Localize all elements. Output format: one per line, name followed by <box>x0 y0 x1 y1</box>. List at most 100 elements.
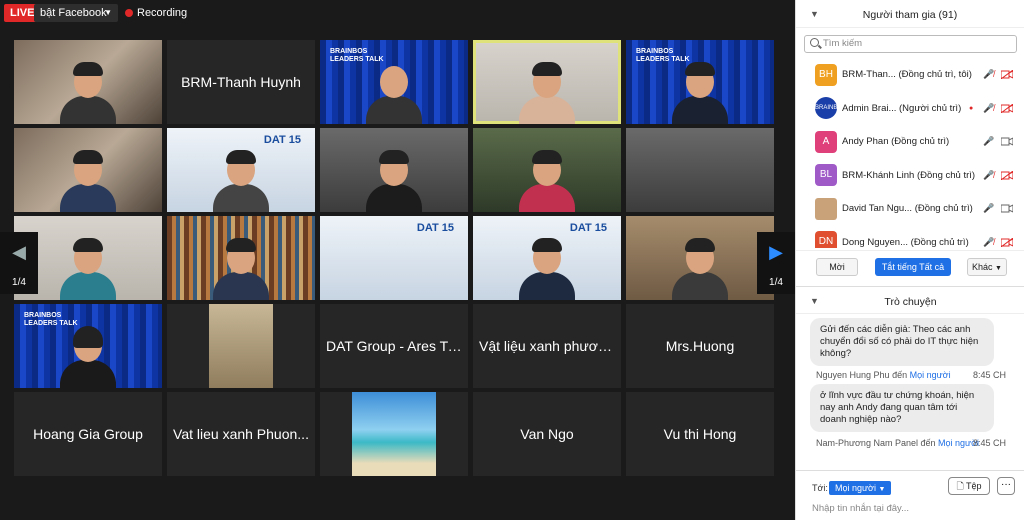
mic-icon: 🎤 <box>983 136 995 147</box>
search-placeholder: Tìm kiếm <box>823 38 863 49</box>
mute-all-button[interactable]: Tắt tiếng Tất cả <box>875 258 951 276</box>
video-tile[interactable]: BRAINBOS LEADERS TALK <box>14 304 162 388</box>
file-button-label: Tệp <box>966 481 982 491</box>
video-tile[interactable] <box>167 216 315 300</box>
prev-page-button[interactable]: ◀ 1/4 <box>0 232 38 294</box>
stream-target-dropdown[interactable]: bật Facebook ▼ <box>34 4 118 22</box>
participant-search-input[interactable]: Tìm kiếm <box>804 35 1017 53</box>
chevron-right-icon: ▶ <box>769 242 783 262</box>
invite-button[interactable]: Mời <box>816 258 858 276</box>
meeting-area: LIVE bật Facebook ▼ Recording BRM-Thanh … <box>0 0 795 520</box>
participant-row-name: Andy Phan (Đồng chủ trì) <box>842 136 950 148</box>
chevron-down-icon: ▼ <box>878 486 886 493</box>
avatar: BL <box>815 164 837 187</box>
recipient-label: Tới: <box>812 483 828 493</box>
participant-row[interactable]: DN Dong Nguyen... (Đồng chủ trì) 🎤̸ <box>796 226 1024 248</box>
chat-message-meta: Nam-Phương Nam Panel đến Mọi người 8:45 … <box>816 438 1016 449</box>
participant-row-name: Admin Brai... (Người chủ trì) <box>842 102 962 114</box>
video-tile[interactable]: DAT 15 <box>167 128 315 212</box>
participant-name: Vu thi Hong <box>663 426 737 442</box>
video-tile[interactable] <box>473 128 621 212</box>
camera-icon <box>1001 137 1013 146</box>
participant-row-name: BRM-Khánh Linh (Đồng chủ trì) <box>842 169 976 181</box>
participant-video <box>519 150 575 212</box>
mic-muted-icon: 🎤̸ <box>983 236 995 247</box>
participant-name: Van Ngo <box>520 426 574 442</box>
message-input[interactable]: Nhập tin nhắn tại đây... <box>812 503 909 514</box>
mic-muted-icon: 🎤̸ <box>983 169 995 180</box>
video-grid: BRM-Thanh Huynh BRAINBOS LEADERS TALK BRA… <box>14 40 778 476</box>
video-tile-active-speaker[interactable] <box>473 40 621 124</box>
participant-video <box>213 238 269 300</box>
participant-row[interactable]: BL BRM-Khánh Linh (Đồng chủ trì) 🎤̸ <box>796 159 1024 193</box>
participant-row[interactable]: BRAINBOS Admin Brai... (Người chủ trì) ●… <box>796 92 1024 126</box>
page-indicator: 1/4 <box>12 277 26 288</box>
participant-row[interactable]: David Tan Ngu... (Đồng chủ trì) 🎤 <box>796 192 1024 226</box>
more-icon[interactable]: ··· <box>997 477 1015 495</box>
recording-label: Recording <box>137 7 188 19</box>
video-tile[interactable]: Van Ngo <box>473 392 621 476</box>
participant-row-name: BRM-Than... (Đồng chủ trì, tôi) <box>842 69 972 81</box>
camera-off-icon <box>1001 103 1013 113</box>
video-tile[interactable] <box>14 128 162 212</box>
video-tile[interactable]: Hoang Gia Group <box>14 392 162 476</box>
video-tile[interactable]: Vu thi Hong <box>626 392 774 476</box>
video-tile[interactable] <box>320 128 468 212</box>
video-tile[interactable]: DAT Group - Ares Tr... <box>320 304 468 388</box>
participants-header: ▼ Người tham gia (91) <box>796 0 1024 28</box>
video-tile[interactable]: DAT 15 <box>473 216 621 300</box>
video-tile[interactable] <box>626 128 774 212</box>
video-tile[interactable] <box>14 40 162 124</box>
mic-muted-icon: 🎤̸ <box>983 102 995 113</box>
participant-video <box>519 238 575 300</box>
recipient-value: Mọi người <box>835 483 876 493</box>
recipient-dropdown[interactable]: Mọi người ▼ <box>829 481 892 495</box>
file-icon: 🗋 <box>956 481 964 491</box>
video-tile[interactable] <box>320 392 468 476</box>
video-tile[interactable]: Mrs.Huong <box>626 304 774 388</box>
video-tile[interactable] <box>626 216 774 300</box>
chat-title: Trò chuyện <box>884 296 937 308</box>
dat-logo: DAT 15 <box>569 222 607 234</box>
participant-video <box>366 150 422 212</box>
video-tile[interactable]: Vật liệu xanh phươn... <box>473 304 621 388</box>
video-tile[interactable] <box>167 304 315 388</box>
dat-logo: DAT 15 <box>263 134 301 146</box>
participant-video <box>672 62 728 124</box>
camera-off-icon <box>1001 70 1013 80</box>
chat-composer: Tới: Mọi người ▼ 🗋 Tệp ··· Nhập tin nhắn… <box>796 470 1024 520</box>
chat-header: ▼ Trò chuyện <box>796 286 1024 314</box>
avatar: DN <box>815 231 837 248</box>
video-tile[interactable]: DAT 15 <box>320 216 468 300</box>
file-button[interactable]: 🗋 Tệp <box>948 477 990 495</box>
video-tile[interactable]: BRAINBOS LEADERS TALK <box>626 40 774 124</box>
video-tile[interactable]: BRM-Thanh Huynh <box>167 40 315 124</box>
message-sender: Nguyen Hung Phu <box>816 370 890 380</box>
participant-video <box>60 238 116 300</box>
chat-messages: Gửi đến các diễn giả: Theo các anh chuyể… <box>796 314 1024 466</box>
chevron-down-icon: ▼ <box>995 265 1002 272</box>
chat-message: ở lĩnh vực đầu tư chứng khoán, hiện nay … <box>810 384 994 432</box>
more-options-button[interactable]: Khác ▼ <box>967 258 1007 276</box>
participant-name: Vat lieu xanh Phuon... <box>173 426 309 442</box>
camera-off-icon <box>1001 237 1013 247</box>
recording-indicator[interactable]: Recording <box>125 4 187 22</box>
chevron-down-icon: ▼ <box>104 8 112 17</box>
chevron-left-icon: ◀ <box>12 242 26 262</box>
participant-name: BRM-Thanh Huynh <box>181 74 301 90</box>
beach-image <box>352 392 436 476</box>
mic-muted-icon: 🎤̸ <box>983 69 995 80</box>
participant-name: Vật liệu xanh phươn... <box>479 338 618 354</box>
stream-target-label: bật Facebook <box>40 7 107 19</box>
more-options-label: Khác <box>972 262 993 272</box>
next-page-button[interactable]: ▶ 1/4 <box>757 232 795 294</box>
search-icon <box>810 38 819 47</box>
participant-video <box>519 62 575 124</box>
participant-row[interactable]: A Andy Phan (Đồng chủ trì) 🎤 <box>796 125 1024 159</box>
participant-row[interactable]: BH BRM-Than... (Đồng chủ trì, tôi) 🎤̸ <box>796 58 1024 92</box>
video-tile[interactable]: BRAINBOS LEADERS TALK <box>320 40 468 124</box>
message-time: 8:45 CH <box>972 438 1006 448</box>
participant-video <box>213 150 269 212</box>
message-recipient[interactable]: Mọi người <box>910 370 951 380</box>
video-tile[interactable]: Vat lieu xanh Phuon... <box>167 392 315 476</box>
